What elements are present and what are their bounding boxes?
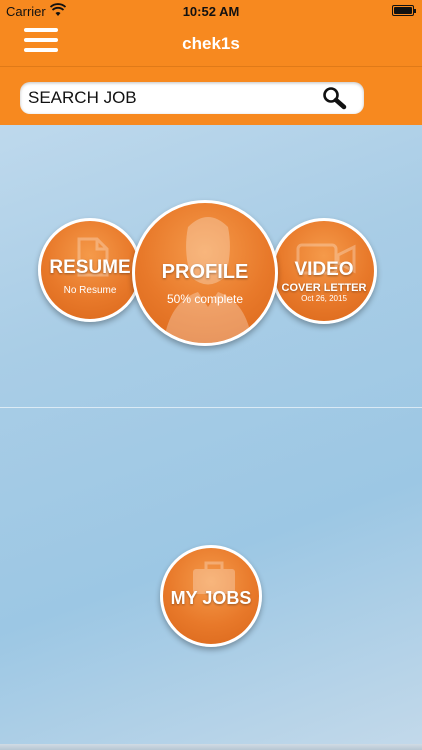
resume-status: No Resume	[63, 285, 117, 296]
search-input[interactable]	[28, 87, 318, 109]
resume-label: RESUME	[49, 257, 131, 278]
video-sublabel: COVER LETTER	[281, 282, 367, 294]
clock: 10:52 AM	[182, 4, 240, 19]
profile-button[interactable]: PROFILE 50% complete	[132, 200, 278, 346]
page-title: chek1s	[182, 34, 240, 53]
section-divider	[0, 407, 422, 408]
bottom-edge	[0, 744, 422, 750]
search-bar	[0, 67, 422, 125]
resume-button[interactable]: RESUME No Resume	[38, 218, 142, 322]
battery-icon	[392, 5, 416, 16]
video-cover-letter-button[interactable]: VIDEO COVER LETTER Oct 26, 2015	[271, 218, 377, 324]
navigation-bar: chek1s	[0, 22, 422, 66]
my-jobs-button[interactable]: MY JOBS	[160, 545, 262, 647]
magnifier-icon[interactable]	[322, 86, 348, 110]
profile-status: 50% complete	[166, 292, 244, 306]
my-jobs-label: MY JOBS	[170, 588, 252, 608]
search-box[interactable]	[20, 82, 364, 114]
video-date: Oct 26, 2015	[301, 294, 347, 303]
profile-label: PROFILE	[161, 261, 249, 283]
status-bar: Carrier 10:52 AM	[0, 0, 422, 22]
video-label: VIDEO	[294, 259, 354, 280]
